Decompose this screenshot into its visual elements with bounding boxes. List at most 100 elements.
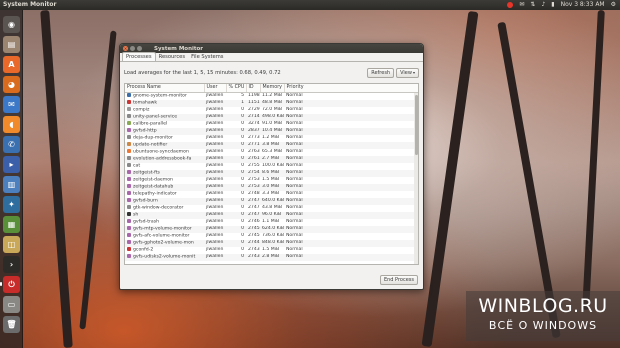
bottom-bar: End Process [379, 266, 418, 285]
process-table: Process Name User % CPU ID Memory Priori… [124, 83, 419, 265]
table-row[interactable]: gvfs-udisks2-volume-monit jlwallen0274352… [125, 253, 418, 261]
table-row[interactable]: calibre-parallel jlwallen 0 3274991.0 MiBNo… [125, 120, 418, 128]
table-row[interactable]: compiz jlwallen 0 2729172.0 MiBNormal [125, 106, 418, 114]
process-id: 11519 [246, 99, 260, 107]
table-row[interactable]: gtk-window-decorator jlwallen 0 2747443.8 M… [125, 204, 418, 212]
process-cpu: 0 [241, 176, 244, 182]
process-id: 27453 [248, 232, 260, 238]
battery-icon[interactable]: ▮ [551, 0, 554, 10]
scrollbar-thumb[interactable] [414, 95, 418, 155]
drive-icon[interactable]: ▭ [3, 296, 20, 313]
app-icon[interactable]: ✦ [3, 196, 20, 213]
process-memory: 96.0 KiB [260, 211, 284, 219]
archive-icon[interactable]: ◫ [3, 236, 20, 253]
volume-icon[interactable]: ♪ [541, 0, 545, 10]
process-user: jlwallen [204, 169, 226, 177]
system-monitor-icon[interactable]: ⏻ [0, 276, 20, 293]
process-priority: Normal [284, 99, 418, 107]
process-user: jlwallen [206, 190, 224, 196]
process-cpu: 0 [241, 204, 244, 210]
network-icon[interactable]: ⇅ [530, 0, 535, 10]
firefox-icon[interactable]: ◕ [3, 76, 20, 93]
process-name-text: gnome-system-monitor [133, 93, 187, 98]
process-icon [127, 120, 131, 125]
process-icon [127, 239, 131, 244]
process-memory: 48.8 MiB [260, 99, 284, 107]
process-cpu: 0 [241, 106, 244, 112]
process-name: update-notifier [125, 141, 204, 149]
tab-processes[interactable]: Processes [122, 52, 156, 61]
table-row[interactable]: telepathy-indicator jlwallen 0 274863.3 MiB… [125, 190, 418, 198]
table-row[interactable]: unity-panel-service jlwallen027146498.0 K… [125, 113, 418, 121]
table-row[interactable]: tomahawk jlwallen11151948.8 MiBNormal [125, 99, 418, 107]
power-icon[interactable]: ⚙ [611, 0, 616, 10]
column-priority[interactable]: Priority [284, 84, 418, 93]
tab-resources[interactable]: Resources [156, 53, 189, 61]
vertical-scrollbar[interactable] [414, 93, 418, 264]
thunderbird-icon[interactable]: ✉ [3, 96, 20, 113]
column-id[interactable]: ID [246, 84, 261, 93]
table-row[interactable]: deja-dup-monitor jlwallen 0 277351.2 MiB Nor… [125, 134, 418, 142]
process-user: jlwallen [206, 176, 224, 182]
process-user: jlwallen [206, 106, 224, 112]
process-priority: Normal [284, 141, 418, 149]
table-row[interactable]: gvfs-gphoto2-volume-mon jlwallen027449848… [125, 239, 418, 247]
refresh-button[interactable]: Refresh [367, 68, 395, 78]
software-center-icon[interactable]: A [3, 56, 20, 73]
table-row[interactable]: zeitgeist-fts jlwallen0275458.6 MiBNormal [125, 169, 418, 177]
vlc-icon[interactable]: ▸ [3, 156, 20, 173]
table-row[interactable]: evolution-addressbook-fa jlwallen0276102.… [125, 155, 418, 163]
window-titlebar[interactable]: × System Monitor [120, 44, 423, 53]
table-row[interactable]: sh jlwallen02747396.0 KiBNormal [125, 211, 418, 219]
calc-icon[interactable]: ▦ [3, 216, 20, 233]
process-priority: Normal [286, 232, 303, 238]
process-memory: 498.0 KiB [260, 113, 284, 121]
end-process-button[interactable]: End Process [379, 275, 418, 285]
table-row[interactable]: cat jlwallen 0 27554100.0 KiBNormal [125, 162, 418, 170]
column-memory[interactable]: Memory [260, 84, 285, 93]
table-row[interactable]: ubuntuone-syncdaemon jlwallen 0 2763865.3 M… [125, 148, 418, 156]
column-process-name[interactable]: Process Name [125, 84, 205, 93]
process-name: zeitgeist-fts [125, 169, 204, 177]
process-name: cat [125, 162, 204, 170]
process-name: gvfs-afc-volume-monitor [125, 232, 204, 240]
trash-icon[interactable]: 🗑 [3, 316, 20, 333]
column-cpu[interactable]: % CPU [226, 84, 247, 93]
chat-icon[interactable]: ✆ [3, 136, 20, 153]
window-title: System Monitor [154, 45, 203, 52]
table-row[interactable]: gvfs-afc-volume-monitor jlwallen 0 27453736… [125, 232, 418, 240]
files-icon[interactable]: ▤ [3, 36, 20, 53]
table-row[interactable]: update-notifier jlwallen0277103.8 MiBNorm… [125, 141, 418, 149]
process-cpu: 0 [241, 120, 244, 126]
table-row[interactable]: gvfsd-http jlwallen02837410.4 MiBNormal [125, 127, 418, 135]
process-name: unity-panel-service [125, 113, 204, 121]
clock[interactable]: Nov 3 8:33 AM [561, 0, 605, 10]
table-row[interactable]: gconfd-2 jlwallen 0 274391.5 MiB Normal [125, 246, 418, 254]
writer-icon[interactable]: ▥ [3, 176, 20, 193]
process-name-text: gvfs-afc-volume-monitor [133, 233, 190, 238]
table-row[interactable]: gvfs-mtp-volume-monitor jlwallen027458624… [125, 225, 418, 233]
process-name-text: gtk-window-decorator [133, 205, 184, 210]
view-button[interactable]: View▾ [396, 68, 419, 78]
tab-file-systems[interactable]: File Systems [188, 53, 226, 61]
table-row[interactable]: gnome-system-monitor jlwallen 5 1198311.2 M… [125, 92, 418, 100]
terminal-icon[interactable]: › [3, 256, 20, 273]
process-id: 27435 [246, 253, 260, 261]
record-indicator-icon[interactable] [507, 2, 514, 8]
minimize-icon[interactable] [130, 46, 135, 51]
process-priority: Normal [284, 225, 418, 233]
clementine-icon[interactable]: ◖ [3, 116, 20, 133]
mail-icon[interactable]: ✉ [519, 0, 524, 10]
close-icon[interactable]: × [123, 46, 128, 51]
maximize-icon[interactable] [137, 46, 142, 51]
table-row[interactable]: zeitgeist-daemon jlwallen 0 275391.5 MiB Nor… [125, 176, 418, 184]
process-priority: Normal [284, 155, 418, 163]
table-row[interactable]: gvfsd-trash jlwallen 0 274651.1 MiB Normal [125, 218, 418, 226]
column-user[interactable]: User [204, 84, 227, 93]
table-row[interactable]: gvfsd-burn jlwallen027479640.0 KiBNormal [125, 197, 418, 205]
process-name: calibre-parallel [125, 120, 204, 128]
process-priority: Normal [286, 218, 303, 224]
process-id: 27532 [246, 183, 260, 191]
dash-icon[interactable]: ◉ [3, 16, 20, 33]
table-row[interactable]: zeitgeist-datahub jlwallen0275323.0 MiBNo… [125, 183, 418, 191]
